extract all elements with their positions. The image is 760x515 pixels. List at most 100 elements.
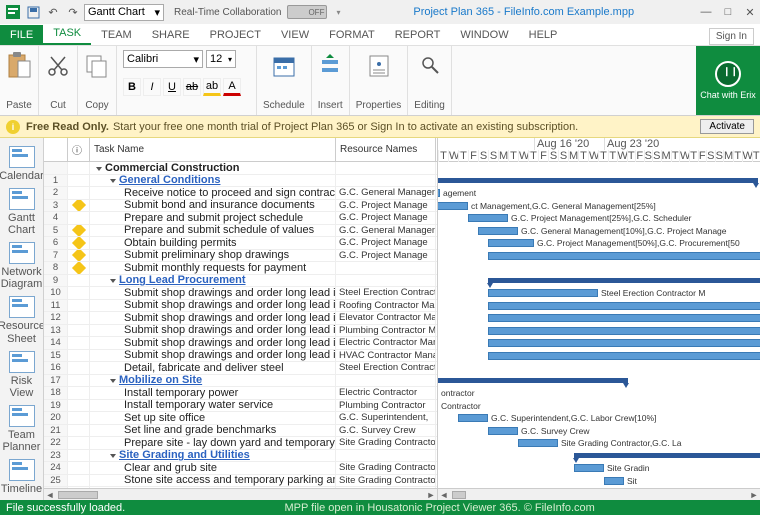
task-bar[interactable] xyxy=(458,414,488,422)
view-risk-view[interactable]: Risk View xyxy=(2,349,42,401)
gantt-hscroll[interactable]: ◄► xyxy=(438,488,760,500)
rtc-toggle[interactable]: OFF xyxy=(287,5,327,19)
undo-icon[interactable]: ↶ xyxy=(44,3,62,21)
table-row[interactable]: 14Submit shop drawings and order long le… xyxy=(44,337,437,350)
bold-button[interactable]: B xyxy=(123,78,141,96)
table-row[interactable]: 11Submit shop drawings and order long le… xyxy=(44,300,437,313)
file-tab[interactable]: FILE xyxy=(0,25,43,45)
tab-view[interactable]: VIEW xyxy=(271,25,319,45)
task-bar[interactable] xyxy=(604,477,624,485)
task-bar[interactable] xyxy=(468,214,508,222)
schedule-group[interactable]: Schedule xyxy=(257,46,312,115)
summary-bar[interactable] xyxy=(488,278,760,283)
summary-bar[interactable] xyxy=(438,378,628,383)
qat-customize-icon[interactable]: ▾ xyxy=(329,3,347,21)
table-row[interactable]: 10Submit shop drawings and order long le… xyxy=(44,287,437,300)
task-bar[interactable] xyxy=(574,464,604,472)
table-row[interactable]: 4Prepare and submit project scheduleG.C.… xyxy=(44,212,437,225)
close-button[interactable]: ✕ xyxy=(744,6,756,19)
task-bar[interactable] xyxy=(488,427,518,435)
paste-group[interactable]: Paste xyxy=(0,46,39,115)
activate-button[interactable]: Activate xyxy=(700,119,754,134)
table-row[interactable]: 5Prepare and submit schedule of valuesG.… xyxy=(44,225,437,238)
cut-group[interactable]: Cut xyxy=(39,46,78,115)
redo-icon[interactable]: ↷ xyxy=(64,3,82,21)
tab-report[interactable]: REPORT xyxy=(385,25,451,45)
tab-project[interactable]: PROJECT xyxy=(200,25,271,45)
table-row[interactable]: 2Receive notice to proceed and sign cont… xyxy=(44,187,437,200)
font-name-select[interactable]: Calibri▾ xyxy=(123,50,203,68)
task-bar[interactable] xyxy=(438,189,440,197)
task-bar[interactable] xyxy=(478,227,518,235)
table-row[interactable]: 3Submit bond and insurance documentsG.C.… xyxy=(44,200,437,213)
chat-panel[interactable]: Chat with Erix xyxy=(696,46,760,115)
task-bar[interactable] xyxy=(518,439,558,447)
col-id[interactable] xyxy=(44,138,68,161)
task-bar[interactable] xyxy=(488,352,760,360)
table-row[interactable]: 25Stone site access and temporary parkin… xyxy=(44,475,437,488)
table-row[interactable]: 24Clear and grub siteSite Grading Contra… xyxy=(44,462,437,475)
highlight-button[interactable]: ab xyxy=(203,78,221,96)
view-gantt-chart[interactable]: Gantt Chart xyxy=(2,186,42,238)
col-indicators[interactable]: ⓘ xyxy=(68,138,90,161)
grid-header: ⓘ Task Name Resource Names xyxy=(44,138,437,162)
col-task-name[interactable]: Task Name xyxy=(90,138,336,161)
summary-bar[interactable] xyxy=(574,453,760,458)
task-bar[interactable] xyxy=(438,202,468,210)
view-team-planner[interactable]: Team Planner xyxy=(2,403,42,455)
table-row[interactable]: 1General Conditions xyxy=(44,175,437,188)
task-bar[interactable] xyxy=(488,314,760,322)
editing-group[interactable]: Editing xyxy=(408,46,452,115)
view-timeline[interactable]: Timeline xyxy=(2,457,42,497)
copy-group[interactable]: Copy xyxy=(78,46,117,115)
table-row[interactable]: 21Set line and grade benchmarksG.C. Surv… xyxy=(44,425,437,438)
view-resource-sheet[interactable]: Resource Sheet xyxy=(2,294,42,346)
table-row[interactable]: 9Long Lead Procurement xyxy=(44,275,437,288)
table-row[interactable]: 6Obtain building permitsG.C. Project Man… xyxy=(44,237,437,250)
col-resource[interactable]: Resource Names xyxy=(336,138,436,161)
font-size-select[interactable]: 12▾ xyxy=(206,50,236,68)
table-row[interactable]: 19Install temporary water servicePlumbin… xyxy=(44,400,437,413)
tab-window[interactable]: WINDOW xyxy=(450,25,518,45)
maximize-button[interactable]: □ xyxy=(722,6,734,19)
table-row[interactable]: 16Detail, fabricate and deliver steelSte… xyxy=(44,362,437,375)
table-row[interactable]: 8Submit monthly requests for payment xyxy=(44,262,437,275)
view-selector[interactable]: Gantt Chart▾ xyxy=(84,4,164,21)
task-bar[interactable] xyxy=(488,289,598,297)
tab-team[interactable]: TEAM xyxy=(91,25,142,45)
task-bar[interactable] xyxy=(488,239,534,247)
tab-help[interactable]: HELP xyxy=(519,25,568,45)
gantt-chart[interactable]: Aug 16 '20Aug 23 '20TWTFSSMTWTFSSMTWTTWT… xyxy=(438,138,760,500)
grid-hscroll[interactable]: ◄► xyxy=(44,488,437,500)
task-bar[interactable] xyxy=(488,327,760,335)
tab-share[interactable]: SHARE xyxy=(142,25,200,45)
insert-group[interactable]: Insert xyxy=(312,46,350,115)
summary-bar[interactable] xyxy=(438,178,758,183)
table-row[interactable]: 15Submit shop drawings and order long le… xyxy=(44,350,437,363)
table-row[interactable]: 12Submit shop drawings and order long le… xyxy=(44,312,437,325)
underline-button[interactable]: U xyxy=(163,78,181,96)
table-row[interactable]: 18Install temporary powerElectric Contra… xyxy=(44,387,437,400)
task-bar[interactable] xyxy=(488,252,760,260)
font-color-button[interactable]: A xyxy=(223,78,241,96)
table-row[interactable]: Commercial Construction xyxy=(44,162,437,175)
table-row[interactable]: 22Prepare site - lay down yard and tempo… xyxy=(44,437,437,450)
signin-button[interactable]: Sign In xyxy=(709,28,754,45)
view-calendar[interactable]: Calendar xyxy=(2,144,42,184)
strike-button[interactable]: ab xyxy=(183,78,201,96)
tab-format[interactable]: FORMAT xyxy=(319,25,385,45)
italic-button[interactable]: I xyxy=(143,78,161,96)
tab-task[interactable]: TASK xyxy=(43,23,91,45)
task-bar[interactable] xyxy=(488,339,760,347)
table-row[interactable]: 17Mobilize on Site xyxy=(44,375,437,388)
save-icon[interactable] xyxy=(24,3,42,21)
view-network-diagram[interactable]: Network Diagram xyxy=(2,240,42,292)
properties-group[interactable]: Properties xyxy=(350,46,409,115)
table-row[interactable]: 7Submit preliminary shop drawingsG.C. Pr… xyxy=(44,250,437,263)
task-bar[interactable] xyxy=(488,302,760,310)
minimize-button[interactable]: — xyxy=(700,6,712,19)
table-row[interactable]: 23Site Grading and Utilities xyxy=(44,450,437,463)
table-row[interactable]: 20Set up site officeG.C. Superintendent, xyxy=(44,412,437,425)
table-row[interactable]: 13Submit shop drawings and order long le… xyxy=(44,325,437,338)
indicator-icon xyxy=(71,200,85,212)
